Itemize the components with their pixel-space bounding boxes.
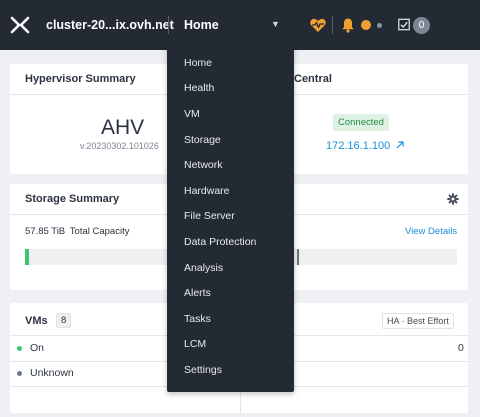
vms-count-badge: 8 <box>56 313 72 328</box>
hypervisor-summary-title: Hypervisor Summary <box>25 73 136 85</box>
menu-item-hardware[interactable]: Hardware <box>184 185 230 197</box>
alert-status-dot[interactable] <box>361 20 371 30</box>
menu-item-home[interactable]: Home <box>184 57 212 69</box>
menu-item-tasks[interactable]: Tasks <box>184 313 211 325</box>
vm-status-unknown-label: Unknown <box>30 367 74 379</box>
menu-item-vm[interactable]: VM <box>184 108 200 120</box>
heart-pulse-icon[interactable] <box>309 16 327 34</box>
vm-status-dot-on <box>17 346 22 351</box>
nav-divider <box>168 16 169 34</box>
ha-status-badge: HA · Best Effort <box>382 313 454 329</box>
prism-central-ip[interactable]: 172.16.1.100 <box>326 140 390 152</box>
storage-usage-fill <box>25 249 29 265</box>
prism-central-title: Central <box>294 73 332 85</box>
hypervisor-version: v.20230302.101026 <box>80 141 159 151</box>
menu-item-health[interactable]: Health <box>184 82 214 94</box>
menu-item-analysis[interactable]: Analysis <box>184 262 223 274</box>
current-view-selector[interactable]: Home <box>184 18 219 32</box>
menu-item-alerts[interactable]: Alerts <box>184 287 211 299</box>
storage-summary-title: Storage Summary <box>25 193 120 205</box>
cluster-name[interactable]: cluster-20...ix.ovh.net <box>46 18 174 32</box>
chevron-down-icon[interactable]: ▼ <box>271 19 280 29</box>
capacity-unit: TiB <box>51 226 66 237</box>
bell-icon[interactable] <box>341 17 355 33</box>
nav-divider <box>332 16 333 34</box>
vm-right-value: 0 <box>458 342 464 354</box>
prism-central-ip-link[interactable]: 172.16.1.100 <box>326 140 405 152</box>
task-checkbox-icon[interactable] <box>398 18 410 31</box>
menu-item-file-server[interactable]: File Server <box>184 210 235 222</box>
vm-status-on-label: On <box>30 342 45 354</box>
view-dropdown-menu: Home Health VM Storage Network Hardware File S… <box>167 43 294 392</box>
storage-threshold-marker <box>297 249 299 265</box>
total-capacity: 57.85 TiB Total Capacity <box>25 226 129 237</box>
arrow-up-right-icon[interactable] <box>395 140 405 150</box>
menu-item-lcm[interactable]: LCM <box>184 338 206 350</box>
vms-title: VMs <box>25 315 48 327</box>
menu-item-data-protection[interactable]: Data Protection <box>184 236 256 248</box>
menu-item-network[interactable]: Network <box>184 159 223 171</box>
prism-central-status-badge: Connected <box>333 114 389 131</box>
hypervisor-name: AHV <box>101 116 145 139</box>
capacity-label: Total Capacity <box>69 226 130 237</box>
menu-item-settings[interactable]: Settings <box>184 364 222 376</box>
gear-icon[interactable] <box>447 193 459 205</box>
menu-item-storage[interactable]: Storage <box>184 134 221 146</box>
nutanix-x-logo-icon[interactable] <box>10 15 30 35</box>
vm-status-dot-unknown <box>17 371 22 376</box>
alert-status-dot-secondary <box>377 23 382 28</box>
capacity-value: 57.85 <box>25 226 49 237</box>
tasks-count-badge[interactable]: 0 <box>413 17 430 34</box>
view-details-link[interactable]: View Details <box>405 226 457 237</box>
